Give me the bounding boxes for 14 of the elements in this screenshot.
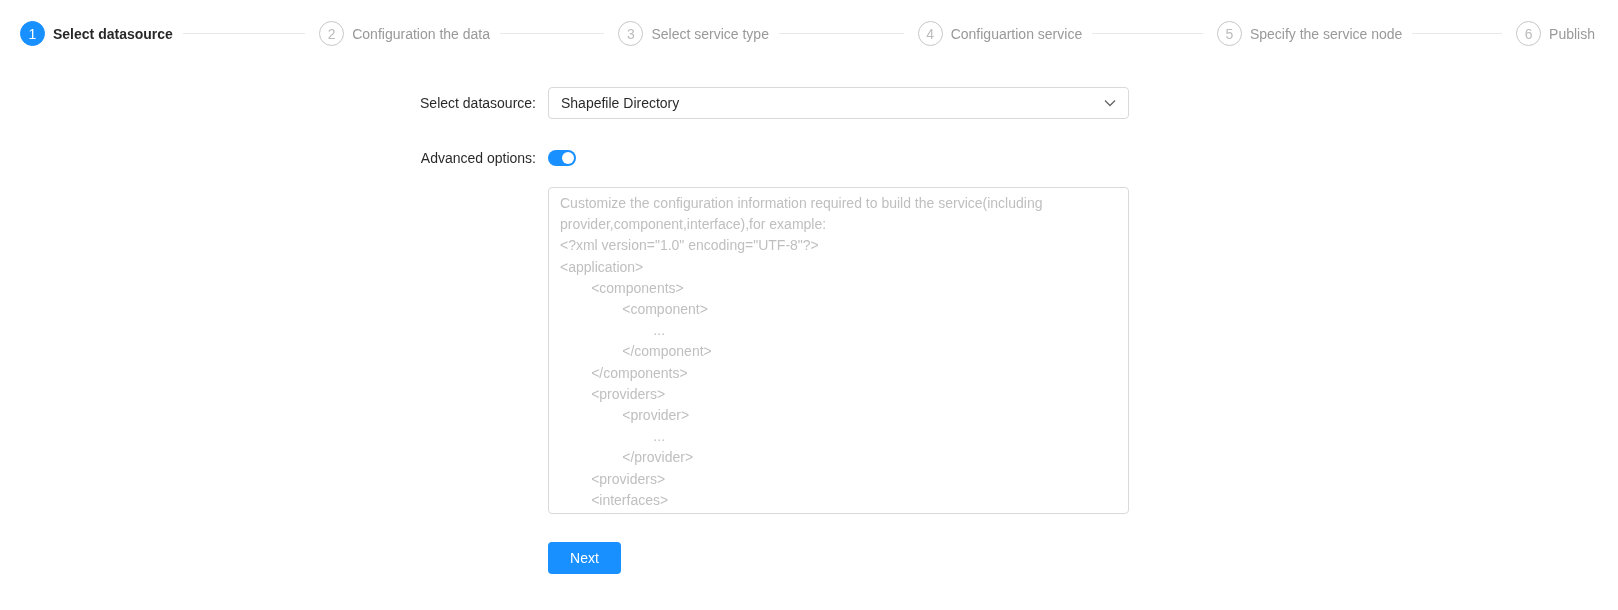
step-title[interactable]: Select service type — [651, 25, 769, 42]
datasource-select[interactable]: Shapefile Directory — [548, 87, 1129, 119]
field-label: Advanced options: — [420, 150, 536, 166]
config-textarea[interactable]: Customize the configuration information required to build the service(including provider,component,interface),for example: <?xml version="1.0" encoding="UTF-8"?> <application> <components> <component> ... </component> </components> <providers> <provider> ... </provider> <providers> <interfaces> — [548, 187, 1129, 514]
chevron-down-icon — [1104, 99, 1116, 107]
advanced-options-toggle[interactable] — [548, 150, 576, 166]
field-label: Select datasource: — [420, 95, 536, 111]
next-button[interactable]: Next — [548, 542, 621, 574]
step-title[interactable]: Configuration the data — [352, 25, 490, 42]
step-title[interactable]: Specify the service node — [1249, 25, 1403, 42]
step-title[interactable]: Configuartion service — [950, 25, 1083, 42]
step-title[interactable]: Publish — [1549, 25, 1595, 42]
step-title[interactable]: Select datasource — [53, 25, 173, 42]
step-number: 1 — [20, 21, 45, 46]
